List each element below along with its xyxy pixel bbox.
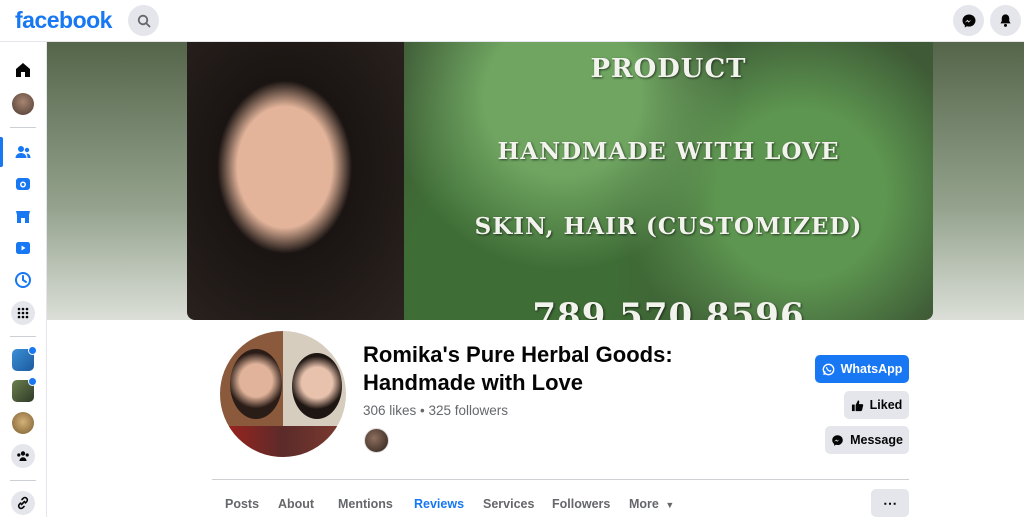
memories-icon [16,178,30,190]
thumbs-up-icon [851,399,863,411]
watch-icon [16,242,30,254]
friends-button[interactable] [12,141,34,163]
cover-line-1: PRODUCT [590,54,747,84]
avatar-face-left [230,349,282,419]
notifications-icon [1000,14,1011,27]
notifications-button[interactable] [990,5,1021,36]
rail-divider [10,480,36,481]
left-navigation-rail [0,42,47,517]
ellipsis-icon: ⋯ [883,494,897,511]
tab-more-label: More [629,497,659,511]
whatsapp-button[interactable]: WhatsApp [815,355,909,383]
avatar-clothing [220,426,346,457]
caret-down-icon: ▼ [665,500,675,510]
more-options-button[interactable]: ⋯ [871,489,909,517]
groups-button[interactable] [11,444,35,468]
search-icon [137,14,150,27]
unread-dot [28,346,37,355]
rail-divider [10,336,36,337]
liked-label: Liked [869,398,903,412]
profile-thumb[interactable] [12,93,34,115]
marketplace-button[interactable] [12,205,34,227]
search-button[interactable] [128,5,159,36]
message-button[interactable]: Message [825,426,909,454]
group-thumb-1[interactable] [12,346,37,371]
memories-button[interactable] [12,173,34,195]
apps-button[interactable] [11,301,35,325]
tab-services[interactable]: Services [483,497,534,511]
group-thumb-2[interactable] [12,377,37,402]
home-icon [16,63,30,77]
active-indicator [0,137,3,167]
feeds-icon [15,272,31,288]
whatsapp-label: WhatsApp [840,362,903,376]
cover-line-3: SKIN, HAIR (CUSTOMIZED) [474,213,863,240]
cover-photo[interactable]: PRODUCT HANDMADE WITH LOVE SKIN, HAIR (C… [187,42,933,320]
facebook-logo[interactable]: facebook [15,7,112,34]
messenger-icon [832,434,843,446]
messenger-button[interactable] [953,5,984,36]
tab-more[interactable]: More ▼ [629,497,674,511]
tab-posts[interactable]: Posts [225,497,259,511]
whatsapp-icon [822,363,834,375]
message-label: Message [850,433,903,447]
link-icon [17,496,29,510]
apps-icon [17,307,29,319]
tabs-divider [212,479,909,480]
page-stats[interactable]: 306 likes • 325 followers [363,403,508,418]
tab-followers[interactable]: Followers [552,497,610,511]
messenger-icon [962,14,975,27]
feeds-button[interactable] [12,269,34,291]
groups-icon [17,451,29,461]
page-title: Romika's Pure Herbal Goods: Handmade wit… [363,342,673,395]
tab-about[interactable]: About [278,497,314,511]
group-thumb-3[interactable] [12,412,34,434]
page-profile-picture[interactable] [216,327,350,461]
link-button[interactable] [11,491,35,515]
cover-portrait [187,42,404,320]
avatar-face-right [292,353,342,419]
watch-button[interactable] [12,237,34,259]
rail-divider [10,127,36,128]
home-button[interactable] [12,59,34,81]
cover-line-4: 789 570 8596 [532,296,805,320]
tab-mentions[interactable]: Mentions [338,497,393,511]
top-navigation-bar: facebook [0,0,1024,42]
marketplace-icon [16,211,30,223]
cover-line-2: HANDMADE WITH LOVE [497,138,840,165]
liked-button[interactable]: Liked [844,391,909,419]
tab-reviews[interactable]: Reviews [414,497,464,511]
unread-dot [28,377,37,386]
friends-icon [15,146,31,158]
follower-avatar[interactable] [364,428,389,453]
